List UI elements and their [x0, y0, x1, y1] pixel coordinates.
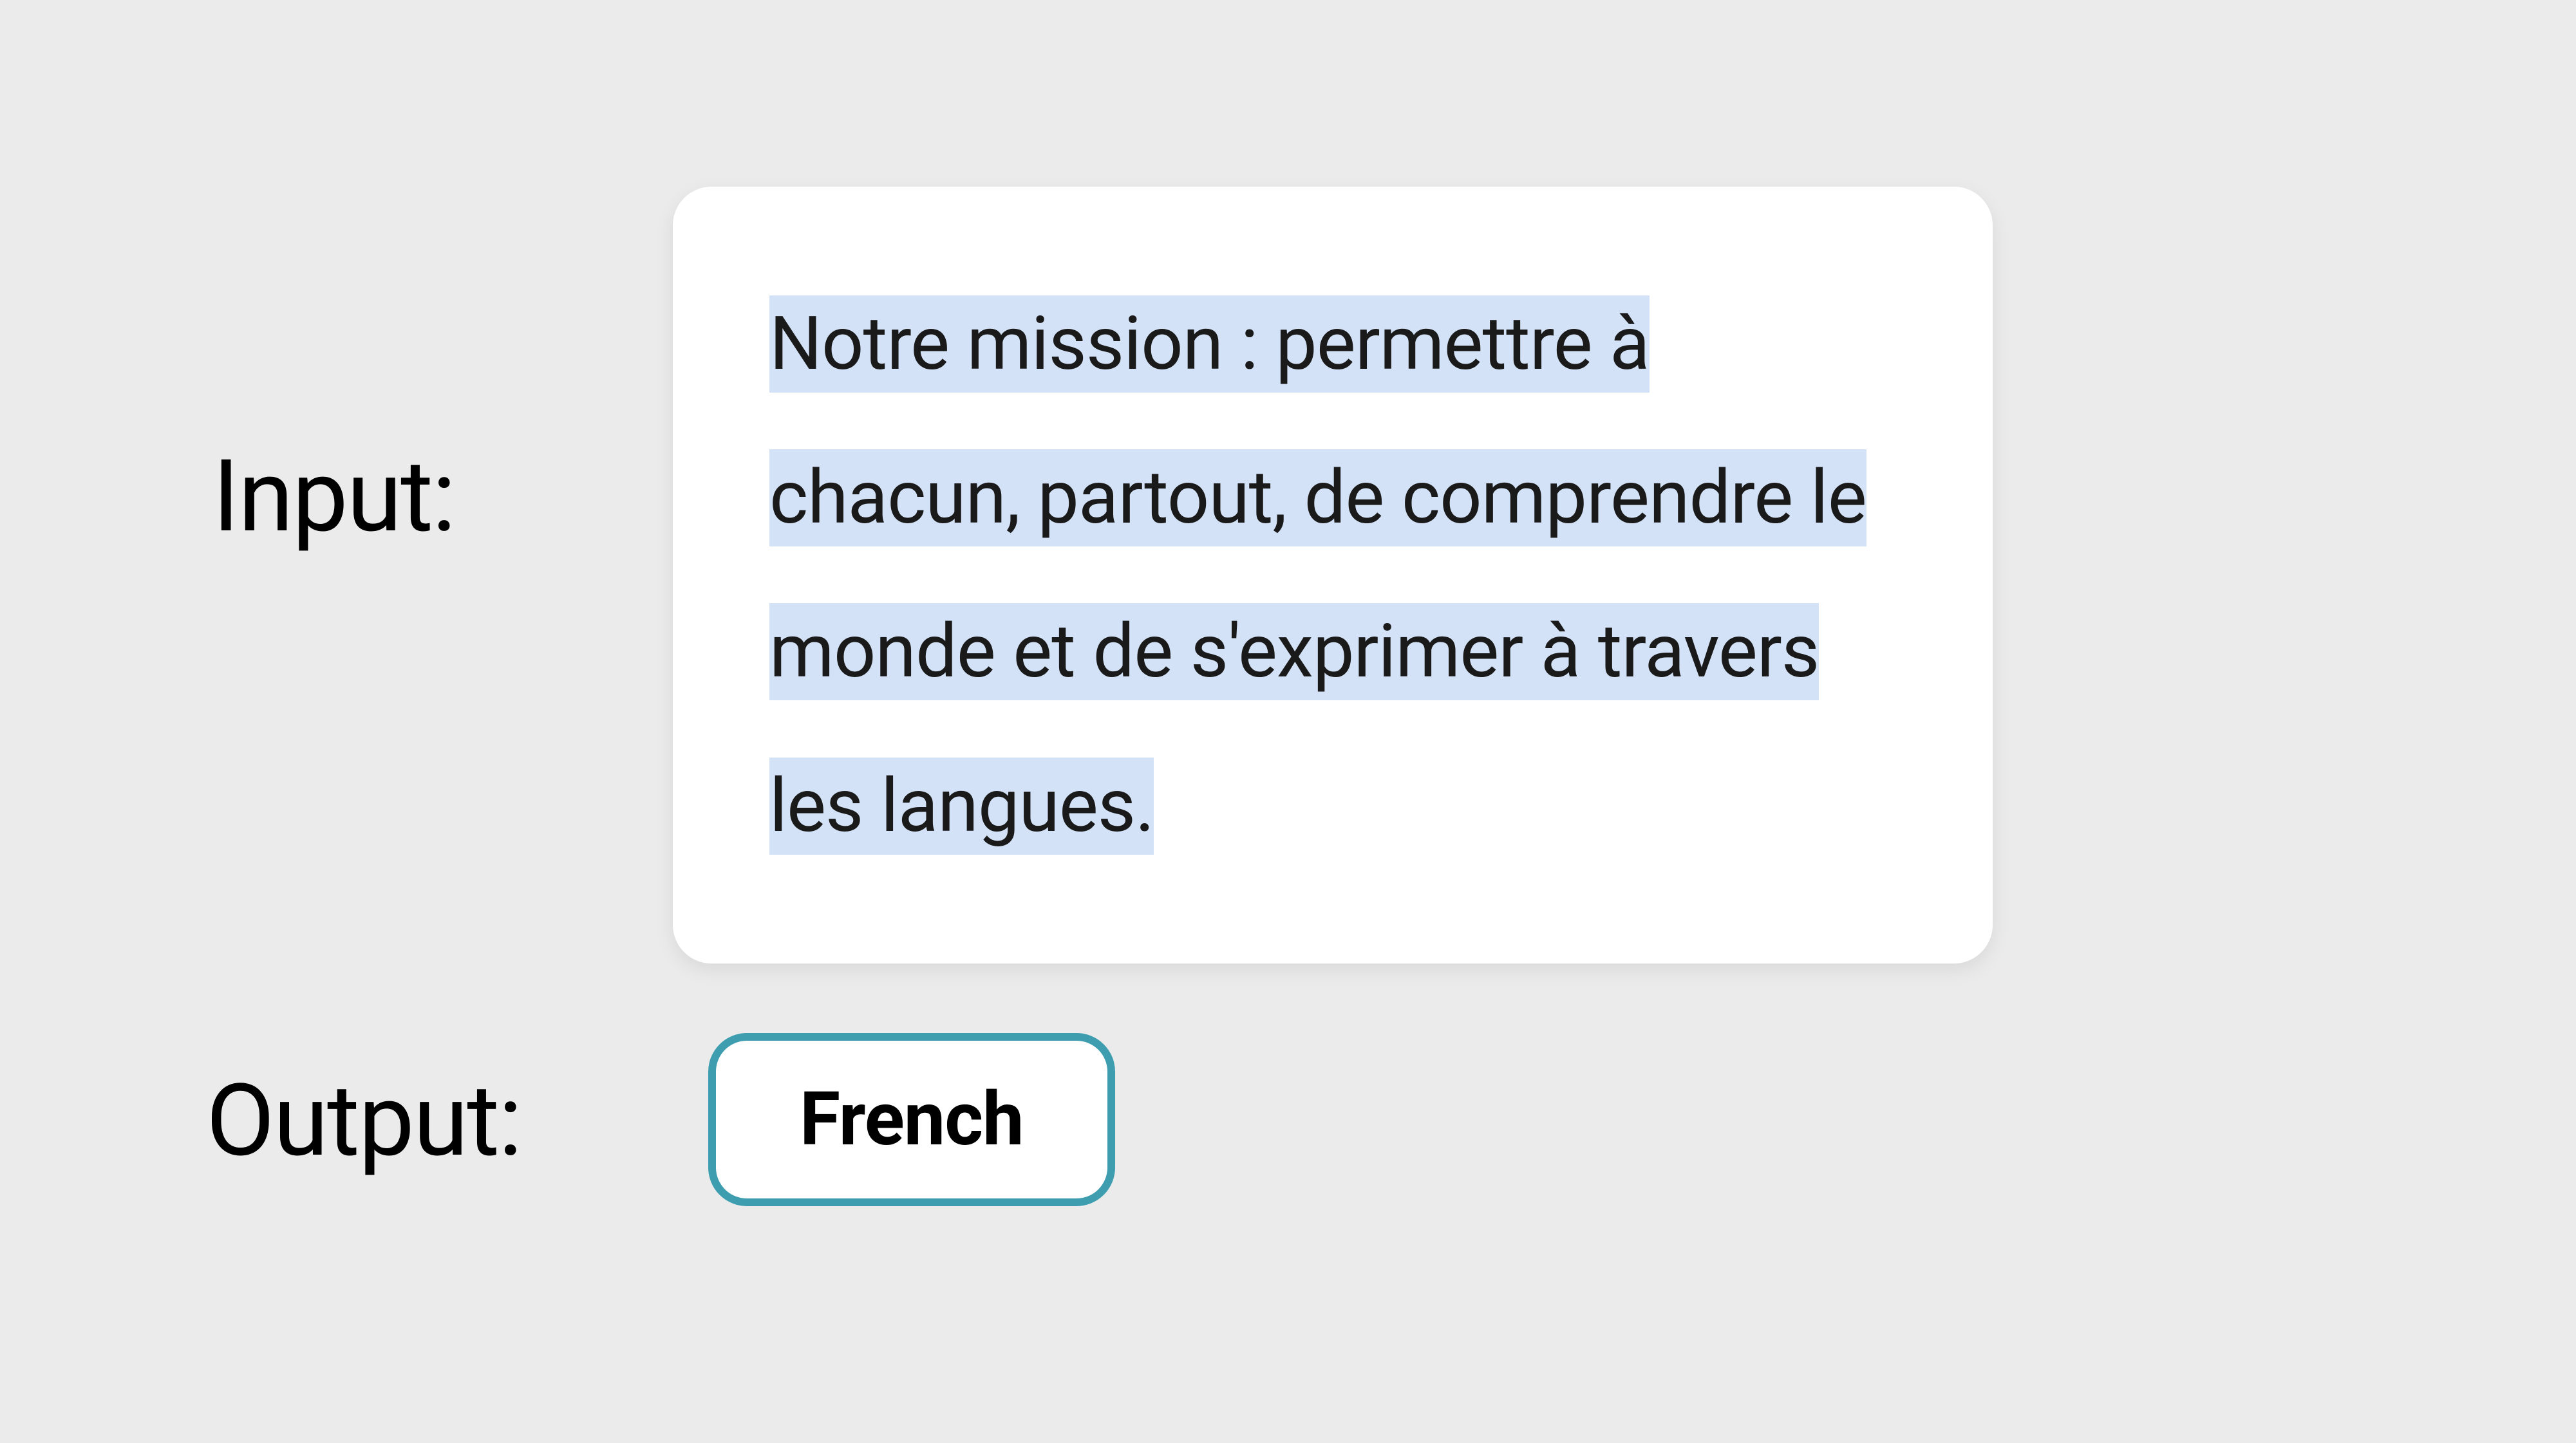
input-highlighted-text: Notre mission : permettre à chacun, part… — [769, 295, 1866, 855]
input-text-content: Notre mission : permettre à chacun, part… — [769, 267, 1899, 883]
diagram-container: Input: Notre mission : permettre à chacu… — [0, 0, 2576, 1443]
output-value: French — [800, 1076, 1024, 1163]
input-card: Notre mission : permettre à chacun, part… — [673, 187, 1993, 964]
input-label: Input: — [212, 438, 455, 555]
output-label: Output: — [206, 1062, 522, 1179]
output-badge: French — [708, 1033, 1115, 1206]
